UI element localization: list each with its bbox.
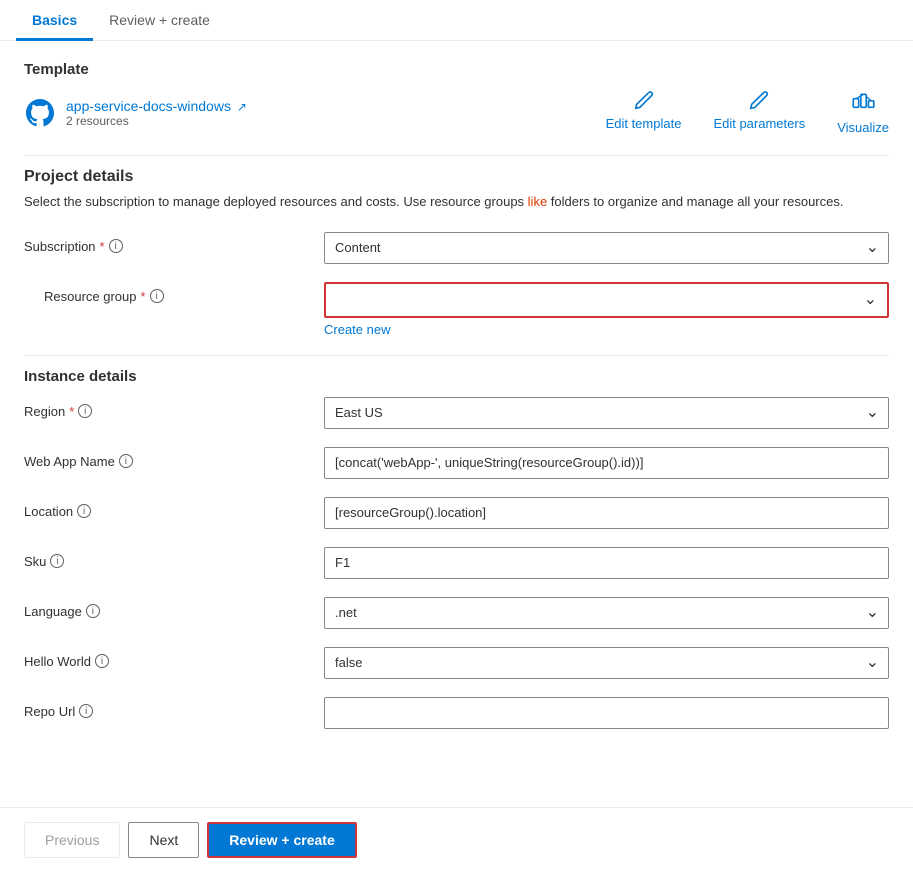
resource-group-field: Resource group * i Create new (24, 282, 889, 337)
edit-template-icon (633, 90, 655, 112)
instance-details-section: Instance details Region * i East US Web … (24, 368, 889, 729)
sku-label: Sku i (24, 547, 324, 569)
language-select-wrapper: .net (324, 597, 889, 629)
template-row: app-service-docs-windows ↗ 2 resources E… (24, 90, 889, 135)
tab-basics[interactable]: Basics (16, 0, 93, 41)
bottom-bar: Previous Next Review + create (0, 807, 913, 872)
subscription-select-wrapper: Content (324, 232, 889, 264)
hello-world-label: Hello World i (24, 647, 324, 669)
edit-parameters-label: Edit parameters (713, 116, 805, 131)
hello-world-field: Hello World i false (24, 647, 889, 679)
sku-control (324, 547, 889, 579)
web-app-name-control (324, 447, 889, 479)
edit-parameters-icon (748, 90, 770, 112)
language-info-icon[interactable]: i (86, 604, 100, 618)
region-field: Region * i East US (24, 397, 889, 429)
location-input[interactable] (324, 497, 889, 529)
language-control: .net (324, 597, 889, 629)
region-select[interactable]: East US (324, 397, 889, 429)
web-app-name-field: Web App Name i (24, 447, 889, 479)
template-resources: 2 resources (66, 114, 247, 128)
resource-group-select-wrapper (326, 284, 887, 316)
web-app-name-label: Web App Name i (24, 447, 324, 469)
rg-required-star: * (141, 289, 146, 304)
region-control: East US (324, 397, 889, 429)
instance-details-title: Instance details (24, 368, 889, 385)
tab-bar: Basics Review + create (0, 0, 913, 41)
subscription-label: Subscription * i (24, 232, 324, 254)
create-new-link[interactable]: Create new (324, 322, 889, 337)
subscription-field: Subscription * i Content (24, 232, 889, 264)
repo-url-control (324, 697, 889, 729)
location-field: Location i (24, 497, 889, 529)
edit-template-button[interactable]: Edit template (606, 90, 682, 135)
web-app-name-info-icon[interactable]: i (119, 454, 133, 468)
sku-input[interactable] (324, 547, 889, 579)
tab-review-create[interactable]: Review + create (93, 0, 226, 41)
resource-group-info-icon[interactable]: i (150, 289, 164, 303)
repo-url-field: Repo Url i (24, 697, 889, 729)
hello-world-info-icon[interactable]: i (95, 654, 109, 668)
language-select[interactable]: .net (324, 597, 889, 629)
divider-2 (24, 355, 889, 356)
region-select-wrapper: East US (324, 397, 889, 429)
github-icon (24, 97, 56, 129)
language-label: Language i (24, 597, 324, 619)
language-field: Language i .net (24, 597, 889, 629)
template-details: app-service-docs-windows ↗ 2 resources (66, 98, 247, 128)
project-details-desc: Select the subscription to manage deploy… (24, 192, 889, 212)
previous-button[interactable]: Previous (24, 822, 120, 858)
resource-group-error-box (324, 282, 889, 318)
resource-group-control: Create new (324, 282, 889, 337)
region-label: Region * i (24, 397, 324, 419)
template-section-title: Template (24, 61, 889, 78)
edit-parameters-button[interactable]: Edit parameters (713, 90, 805, 135)
sku-field: Sku i (24, 547, 889, 579)
divider-1 (24, 155, 889, 156)
required-star: * (100, 239, 105, 254)
external-link-icon: ↗ (237, 100, 247, 114)
region-info-icon[interactable]: i (78, 404, 92, 418)
bottom-spacer (24, 747, 889, 817)
location-label: Location i (24, 497, 324, 519)
hello-world-select-wrapper: false (324, 647, 889, 679)
template-info: app-service-docs-windows ↗ 2 resources (24, 97, 247, 129)
hello-world-select[interactable]: false (324, 647, 889, 679)
region-required-star: * (69, 404, 74, 419)
hello-world-control: false (324, 647, 889, 679)
project-details-title: Project details (24, 168, 889, 186)
visualize-label: Visualize (837, 120, 889, 135)
location-control (324, 497, 889, 529)
resource-group-select[interactable] (326, 284, 887, 316)
location-info-icon[interactable]: i (77, 504, 91, 518)
visualize-icon (850, 90, 876, 116)
sku-info-icon[interactable]: i (50, 554, 64, 568)
subscription-info-icon[interactable]: i (109, 239, 123, 253)
resource-group-label: Resource group * i (24, 282, 324, 304)
edit-template-label: Edit template (606, 116, 682, 131)
repo-url-input[interactable] (324, 697, 889, 729)
visualize-button[interactable]: Visualize (837, 90, 889, 135)
review-create-button[interactable]: Review + create (207, 822, 356, 858)
main-content: Template app-service-docs-windows ↗ 2 re… (0, 41, 913, 837)
repo-url-info-icon[interactable]: i (79, 704, 93, 718)
subscription-control: Content (324, 232, 889, 264)
subscription-select[interactable]: Content (324, 232, 889, 264)
next-button[interactable]: Next (128, 822, 199, 858)
template-actions: Edit template Edit parameters Visualize (606, 90, 889, 135)
web-app-name-input[interactable] (324, 447, 889, 479)
template-name-link[interactable]: app-service-docs-windows (66, 98, 231, 114)
repo-url-label: Repo Url i (24, 697, 324, 719)
